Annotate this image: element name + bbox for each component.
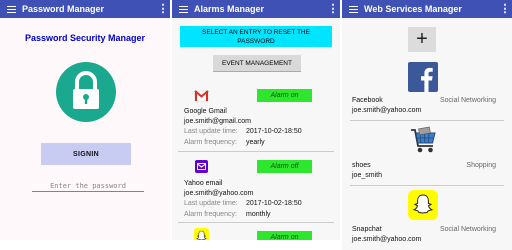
more-vert-icon[interactable]: ⋮ [326,4,340,15]
menu-icon[interactable] [0,5,22,13]
password-field[interactable] [32,180,144,192]
service-email: joe.smith@yahoo.com [352,107,422,114]
last-update-value: 2017-10-02-18:50 [246,200,302,207]
gmail-icon [194,88,209,103]
app-title: Alarms Manager [194,4,265,14]
frequency-label: Alarm frequency: [184,211,237,218]
menu-icon[interactable] [172,5,194,13]
last-update-label: Last update time: [184,128,238,135]
service-email: joe.smith@yahoo.com [352,236,422,243]
service-email: joe_smith [352,172,382,179]
service-name: Snapchat [352,226,382,233]
password-manager-screen: Password Manager ⋮ Password Security Man… [0,0,170,250]
app-title: Password Manager [22,4,105,14]
app-bar: Alarms Manager ⋮ [172,0,340,18]
lock-icon [56,62,116,122]
frequency-value: monthly [246,211,271,218]
alarm-toggle-button[interactable]: Alarm off [257,160,312,173]
page-heading: Password Security Manager [24,33,146,43]
menu-icon[interactable] [342,5,364,13]
service-category: Social Networking [439,226,496,233]
shopping-cart-icon[interactable] [408,125,438,155]
more-vert-icon[interactable]: ⋮ [498,4,512,15]
app-title: Web Services Manager [364,4,462,14]
frequency-label: Alarm frequency: [184,139,237,146]
divider [350,120,504,121]
reset-password-banner[interactable]: SELECT AN ENTRY TO RESET THE PASSWORD [180,26,332,47]
signin-button[interactable]: SIGNIN [41,143,131,165]
event-management-button[interactable]: EVENT MANAGEMENT [213,55,301,72]
alarm-toggle-button[interactable]: Alarm on [257,89,312,102]
frequency-value: yearly [246,139,265,146]
service-name: shoes [352,162,371,169]
last-update-label: Last update time: [184,200,238,207]
alarm-name: Yahoo email [184,180,223,187]
nav-bar [0,240,170,250]
reset-line-2: PASSWORD [237,38,275,45]
service-category: Social Networking [439,97,496,104]
add-service-button[interactable]: + [408,27,436,52]
snapchat-icon[interactable] [408,190,438,220]
divider [178,222,334,223]
alarm-name: Google Gmail [184,108,227,115]
alarm-email: joe.smith@yahoo.com [184,190,254,197]
app-bar: Password Manager ⋮ [0,0,170,18]
nav-bar [172,240,340,250]
service-category: Shopping [466,162,496,169]
alarm-email: joe.smith@gmail.com [184,118,252,125]
yahoo-icon [194,159,209,174]
service-name: Facebook [352,97,383,104]
divider [178,151,334,152]
alarms-manager-screen: Alarms Manager ⋮ SELECT AN ENTRY TO RESE… [172,0,340,250]
facebook-icon[interactable] [408,62,438,92]
last-update-value: 2017-10-02-18:50 [246,128,302,135]
web-services-manager-screen: Web Services Manager ⋮ + Facebook Social… [342,0,512,250]
divider [350,185,504,186]
app-bar: Web Services Manager ⋮ [342,0,512,18]
more-vert-icon[interactable]: ⋮ [156,4,170,15]
reset-line-1: SELECT AN ENTRY TO RESET THE [202,29,310,36]
